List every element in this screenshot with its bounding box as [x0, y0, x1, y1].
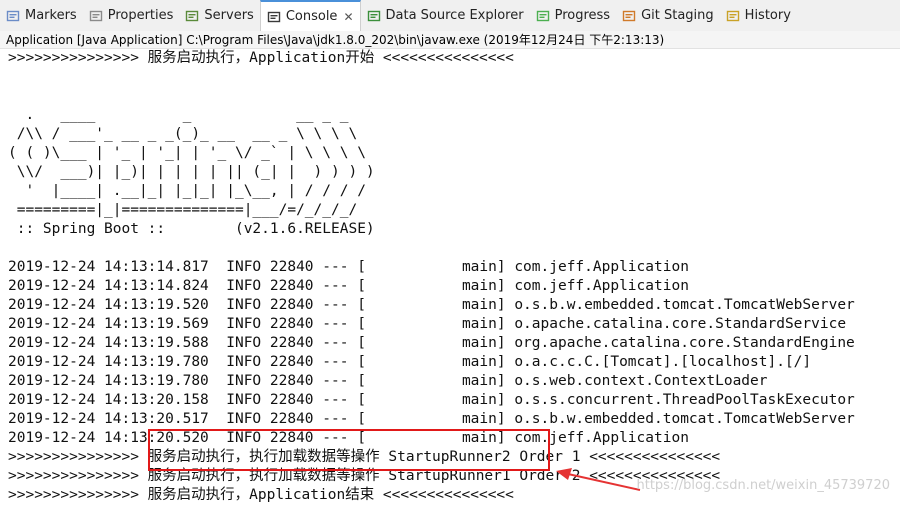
- annotation-arrow: [556, 468, 641, 491]
- watermark: https://blog.csdn.net/weixin_45739720: [636, 478, 890, 493]
